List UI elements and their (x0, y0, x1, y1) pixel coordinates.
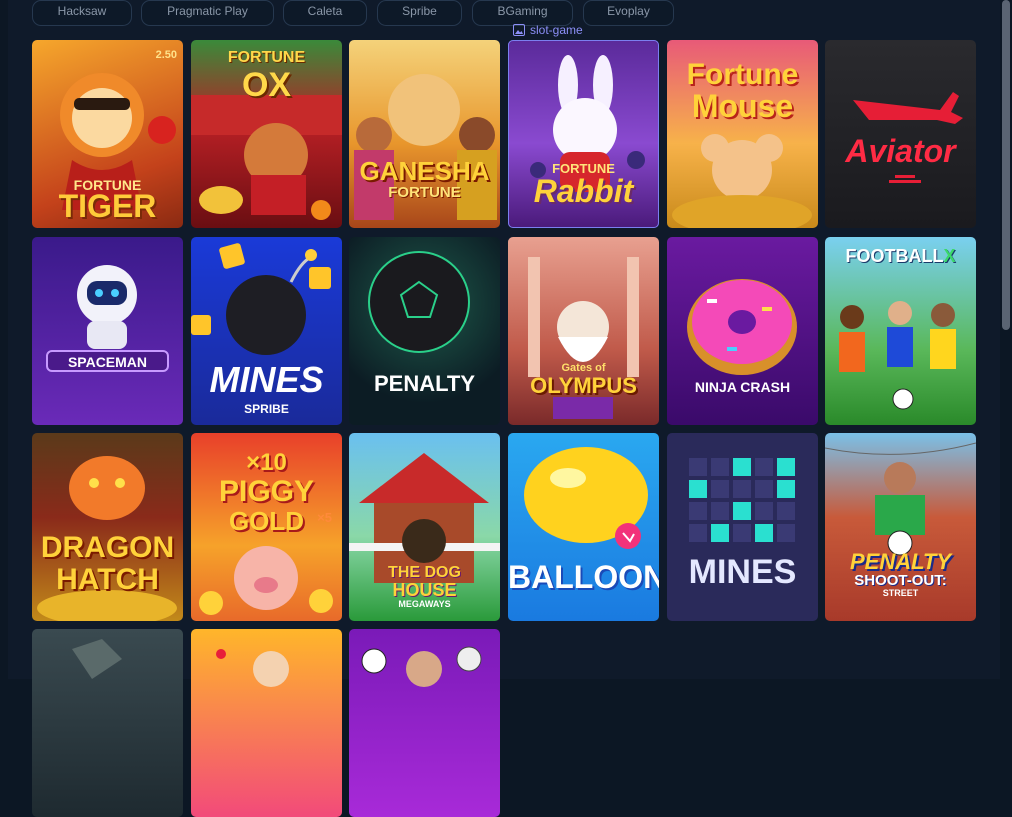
game-tile-ninja-crash[interactable]: NINJA CRASH (667, 237, 818, 425)
provider-pragmatic-play[interactable]: Pragmatic Play (141, 0, 274, 26)
game-tile-ganesha-fortune[interactable]: GANESHA FORTUNE (349, 40, 500, 228)
game-tile-the-dog-house[interactable]: THE DOG HOUSE MEGAWAYS (349, 433, 500, 621)
multiplier-badge: ×10 (246, 449, 287, 476)
slot-game-tooltip: slot-game (513, 22, 583, 38)
game-tile-fortune-ox[interactable]: FORTUNE OX (191, 40, 342, 228)
game-edition: STREET (882, 588, 919, 598)
game-tile-mines-spribe[interactable]: MINES SPRIBE (191, 237, 342, 425)
game-title: Fortune (686, 58, 799, 91)
game-tile-gates-of-olympus[interactable]: Gates of OLYMPUS (508, 237, 659, 425)
game-subtitle: OX (241, 66, 292, 104)
game-tile-fortune-mouse[interactable]: Fortune Mouse (667, 40, 818, 228)
game-tile-fortune-rabbit[interactable]: FORTUNE Rabbit (508, 40, 659, 228)
game-tile-piggy-gold[interactable]: ×10 PIGGY GOLD ×5 (191, 433, 342, 621)
tooltip-text: slot-game (530, 23, 583, 37)
provider-label: BGaming (497, 4, 548, 18)
game-tile-penalty[interactable]: PENALTY (349, 237, 500, 425)
game-title: SPACEMAN (46, 350, 169, 372)
game-tile-partial-1[interactable] (32, 629, 183, 817)
astronaut-artwork (77, 265, 137, 349)
scrollbar-thumb[interactable] (1002, 0, 1010, 330)
game-subtitle: FORTUNE (388, 184, 461, 201)
provider-label: Evoplay (607, 4, 650, 18)
game-subtitle: TIGER (58, 188, 157, 224)
provider-label: Pragmatic Play (167, 4, 248, 18)
game-tile-football-x[interactable]: FOOTBALLX (825, 237, 976, 425)
game-tile-spaceman[interactable]: SPACEMAN (32, 237, 183, 425)
game-title: MINES (209, 359, 324, 400)
game-tile-partial-2[interactable] (191, 629, 342, 817)
game-tile-aviator[interactable]: Aviator (825, 40, 976, 228)
multiplier-badge: ×5 (317, 510, 332, 525)
game-subtitle: Rabbit (533, 173, 634, 209)
game-tile-balloon[interactable]: BALLOON (508, 433, 659, 621)
game-tile-partial-3[interactable] (349, 629, 500, 817)
game-subtitle: HOUSE (392, 580, 457, 600)
game-tile-fortune-tiger[interactable]: 2.50 FORTUNE TIGER (32, 40, 183, 228)
game-tile-penalty-shootout[interactable]: PENALTY SHOOT-OUT: STREET (825, 433, 976, 621)
game-artwork (216, 649, 289, 687)
game-subtitle: Mouse (691, 88, 794, 124)
image-icon (513, 24, 525, 36)
provider-label: Hacksaw (57, 4, 107, 18)
game-title: BALLOON (508, 559, 659, 595)
provider-caleta[interactable]: Caleta (283, 0, 367, 26)
donut-artwork (687, 279, 797, 375)
provider-label: Spribe (402, 4, 437, 18)
game-title: THE DOG (388, 564, 461, 581)
game-title: PENALTY (373, 371, 476, 396)
soccer-ball-icon (368, 251, 470, 353)
game-title: FORTUNE (227, 49, 306, 66)
game-title: NINJA CRASH (694, 379, 791, 395)
game-title: FOOTBALLX (845, 246, 956, 266)
game-title: GANESHA (359, 156, 490, 186)
provider-spribe[interactable]: Spribe (377, 0, 462, 26)
game-artwork (72, 639, 122, 679)
provider-hacksaw[interactable]: Hacksaw (32, 0, 132, 26)
game-tile-dragon-hatch[interactable]: DRAGON HATCH (32, 433, 183, 621)
game-title: Aviator (845, 133, 956, 169)
gem-grid-artwork (689, 458, 795, 542)
game-title: DRAGON (40, 531, 175, 564)
game-title: MINES (688, 553, 797, 591)
game-artwork (361, 646, 482, 687)
multiplier-badge: 2.50 (155, 49, 177, 61)
game-subtitle: SHOOT-OUT: (854, 572, 947, 589)
game-title: PIGGY (218, 475, 315, 508)
game-subtitle: HATCH (56, 563, 159, 596)
provider-label: Caleta (307, 4, 343, 18)
provider-name: SPRIBE (244, 402, 289, 416)
game-tile-mines-grid[interactable]: MINES (667, 433, 818, 621)
game-title: PENALTY (849, 549, 952, 574)
game-subtitle: OLYMPUS (530, 373, 637, 398)
game-edition: MEGAWAYS (398, 599, 451, 609)
provider-evoplay[interactable]: Evoplay (583, 0, 674, 26)
